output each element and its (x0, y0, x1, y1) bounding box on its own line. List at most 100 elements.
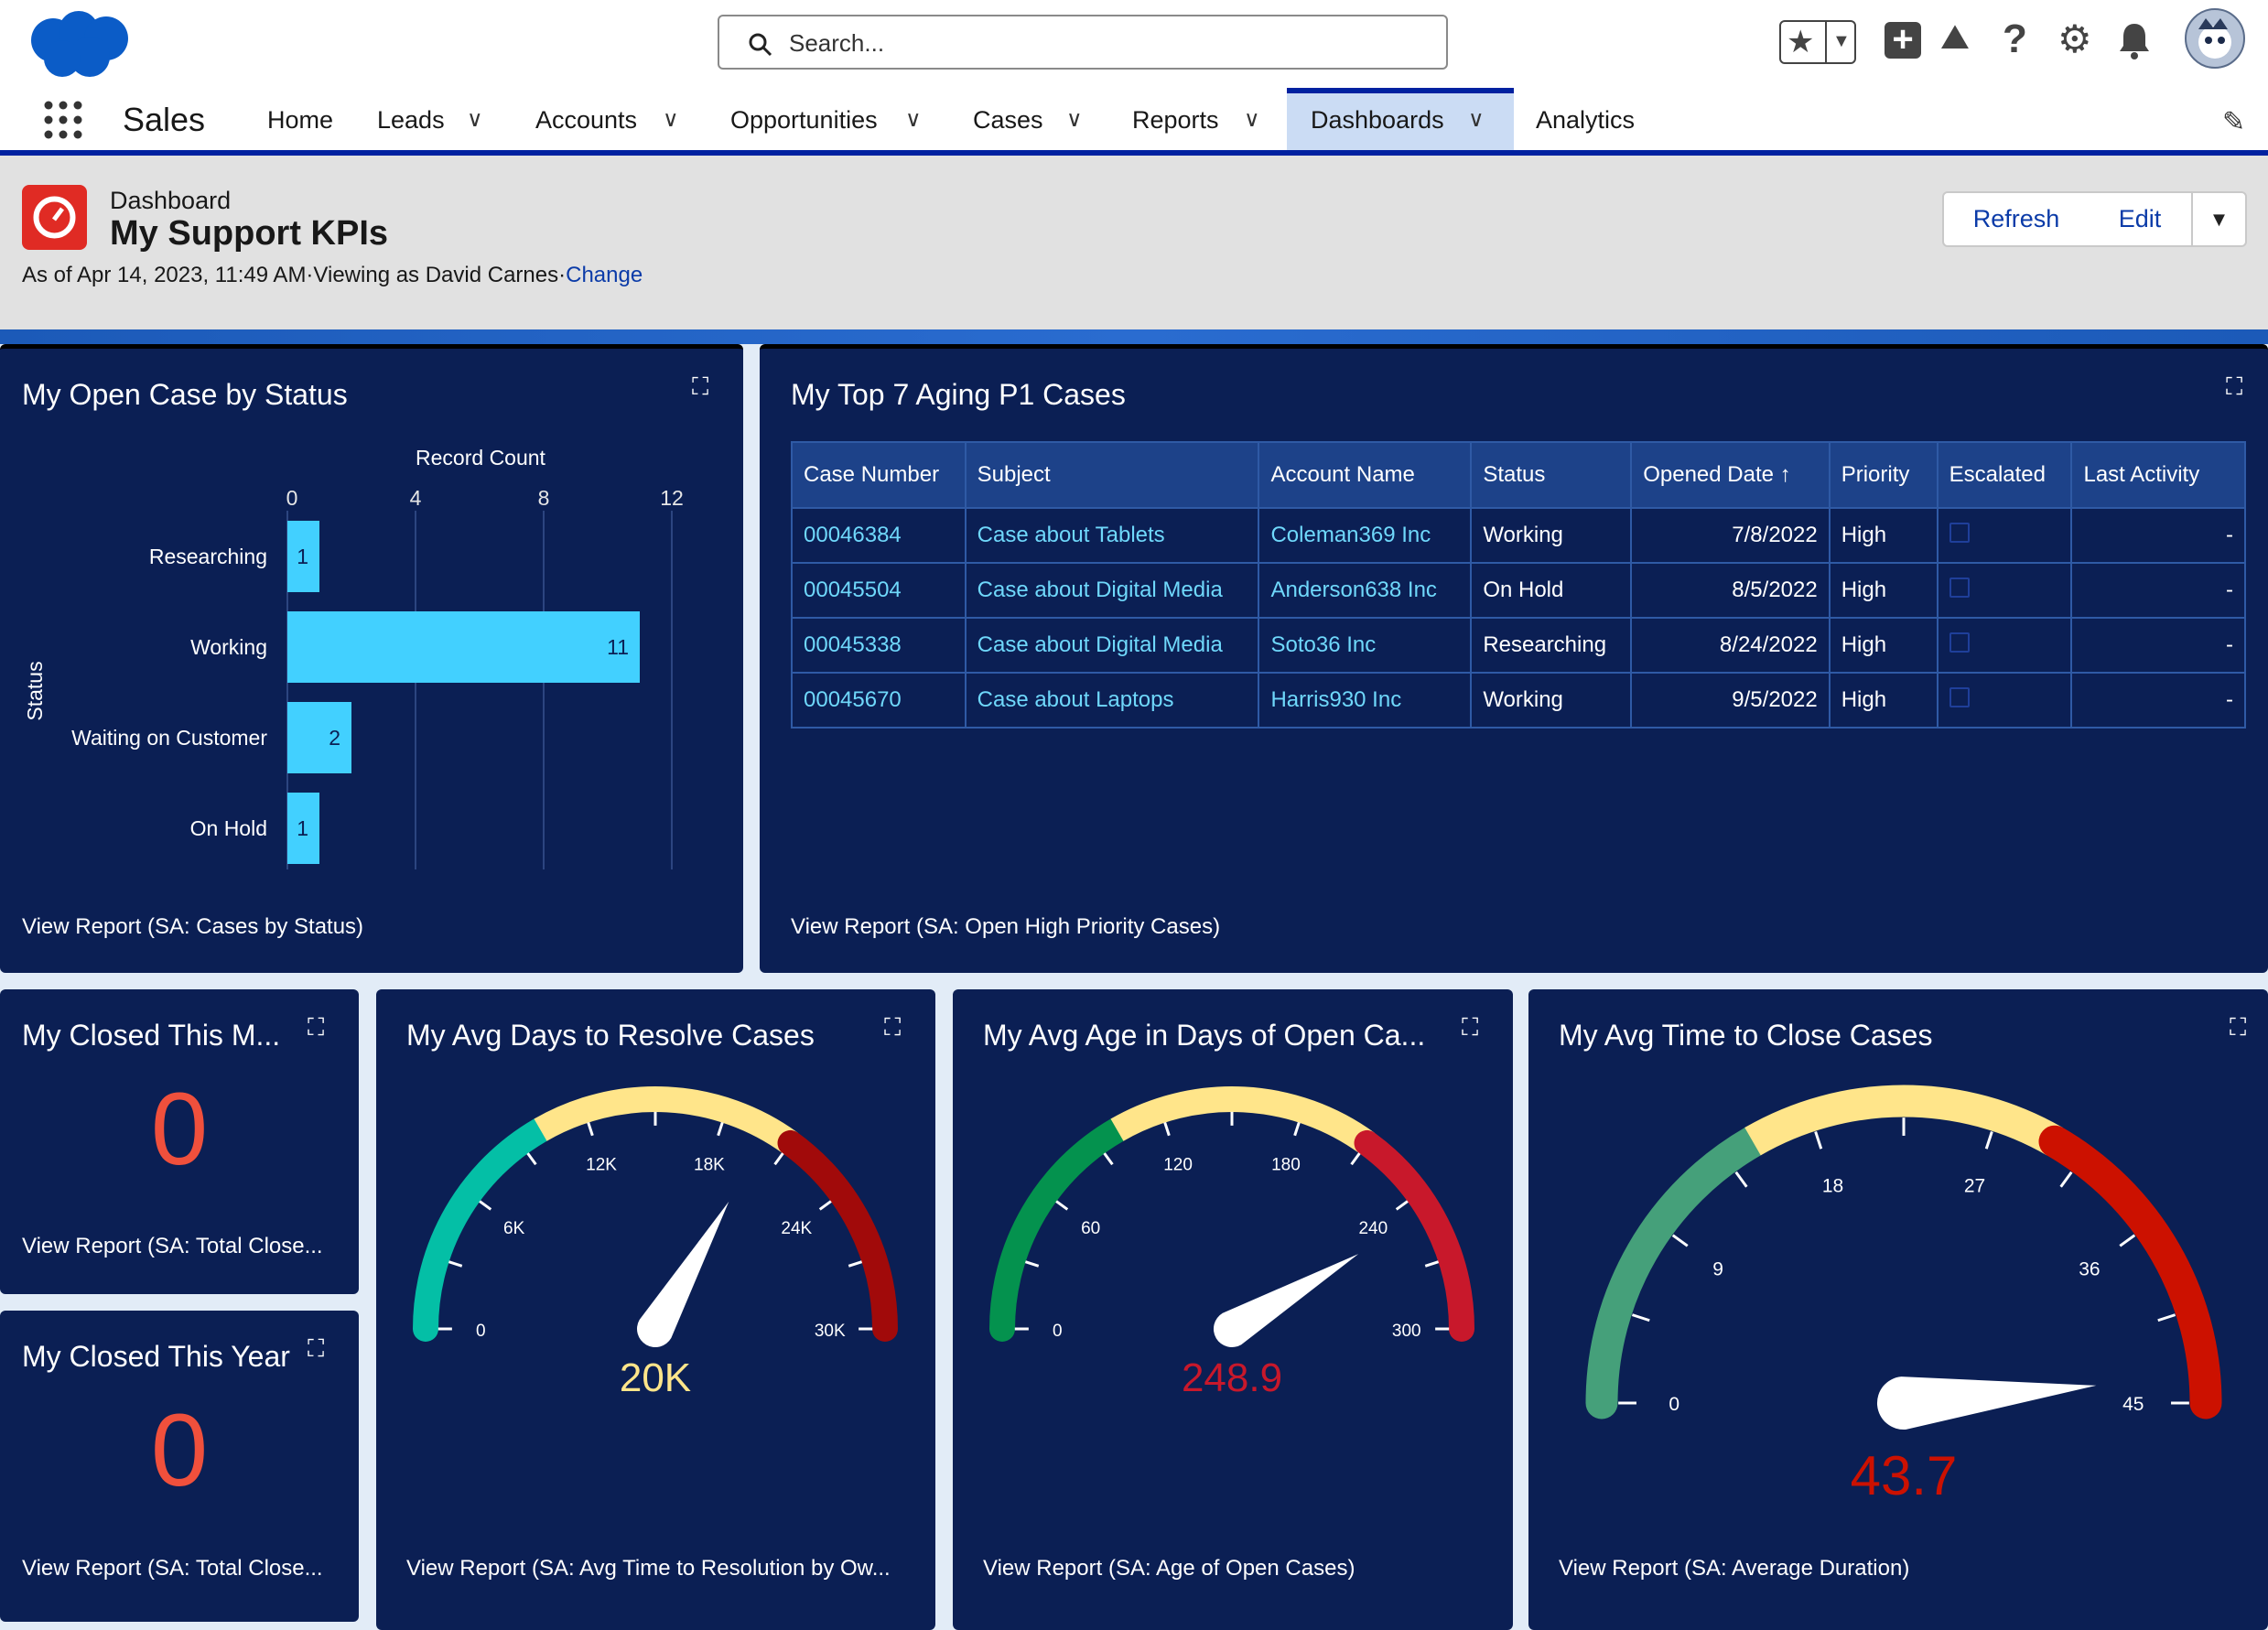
chevron-down-icon[interactable]: ∨ (1066, 106, 1083, 133)
view-report-link[interactable]: View Report (SA: Average Duration) (1559, 1556, 1909, 1581)
y-axis-title: Status (23, 661, 47, 720)
panel-title: My Top 7 Aging P1 Cases (791, 378, 1126, 411)
column-header[interactable]: Priority (1828, 441, 1939, 509)
x-tick-label: 12 (660, 486, 684, 510)
account-link[interactable]: Harris930 Inc (1258, 672, 1473, 729)
nav-cases[interactable]: Cases (973, 106, 1043, 135)
app-launcher-icon[interactable] (44, 101, 82, 139)
account-link[interactable]: Anderson638 Inc (1258, 562, 1473, 619)
checkbox-icon[interactable] (1949, 577, 1970, 598)
column-header[interactable]: Last Activity (2070, 441, 2246, 509)
notifications-bell-icon[interactable] (2118, 22, 2151, 60)
bar[interactable] (287, 611, 640, 683)
setup-gear-icon[interactable]: ⚙ (2057, 16, 2092, 61)
search-input[interactable]: Search... (718, 15, 1448, 70)
gauge-tick-label: 24K (781, 1219, 812, 1238)
view-report-link[interactable]: View Report (SA: Open High Priority Case… (791, 914, 1220, 940)
gauge-needle (1213, 1254, 1359, 1348)
metric-value: 0 (150, 1393, 209, 1507)
edit-nav-pencil-icon[interactable]: ✎ (2222, 106, 2245, 138)
gauge-tick-label: 45 (2122, 1394, 2144, 1415)
gauge-tick (1055, 1200, 1069, 1211)
object-label: Dashboard (110, 187, 232, 214)
chevron-down-icon[interactable]: ∨ (663, 106, 679, 133)
view-report-link[interactable]: View Report (SA: Cases by Status) (22, 914, 363, 940)
column-header[interactable]: Account Name (1258, 441, 1473, 509)
chevron-down-icon[interactable]: ∨ (1244, 106, 1260, 133)
edit-button[interactable]: Edit (2089, 191, 2193, 247)
nav-home[interactable]: Home (267, 106, 333, 135)
as-of-text: As of Apr 14, 2023, 11:49 AM·Viewing as … (22, 263, 643, 287)
escalated-checkbox[interactable] (1936, 672, 2073, 729)
nav-dashboards[interactable]: Dashboards (1311, 106, 1444, 135)
favorites-button[interactable]: ★ ▼ (1779, 20, 1856, 64)
column-header[interactable]: Opened Date ↑ (1630, 441, 1831, 509)
chevron-down-icon[interactable]: ∨ (467, 106, 483, 133)
nav-reports[interactable]: Reports (1132, 106, 1219, 135)
account-link[interactable]: Soto36 Inc (1258, 617, 1473, 674)
view-report-link[interactable]: View Report (SA: Total Close... (22, 1234, 323, 1259)
column-header[interactable]: Escalated (1936, 441, 2073, 509)
chevron-down-icon[interactable]: ∨ (1468, 106, 1485, 133)
more-actions-dropdown[interactable]: ▼ (2191, 191, 2247, 247)
table-row: 00045338 Case about Digital Media Soto36 I… (791, 617, 2246, 674)
case-number-link[interactable]: 00045670 (791, 672, 967, 729)
checkbox-icon[interactable] (1949, 631, 1970, 653)
chevron-down-icon[interactable]: ∨ (905, 106, 922, 133)
gauge-tick (1395, 1200, 1409, 1211)
category-label: Researching (149, 545, 267, 568)
nav-opportunities[interactable]: Opportunities (730, 106, 878, 135)
gauge-panel-resolve: My Avg Days to Resolve Cases ⛶ 0 6K 12K 18K… (376, 989, 935, 1630)
gauge-tick (1424, 1260, 1440, 1268)
view-report-link[interactable]: View Report (SA: Avg Time to Resolution … (406, 1556, 891, 1581)
closed-year-panel: My Closed This Year ⛶ 0 View Report (SA:… (0, 1311, 359, 1622)
global-create-icon[interactable]: + (1885, 21, 1921, 59)
help-icon[interactable]: ? (2003, 16, 2027, 62)
subject-link[interactable]: Case about Tablets (964, 507, 1260, 564)
expand-icon[interactable]: ⛶ (2226, 372, 2242, 402)
subject-link[interactable]: Case about Digital Media (964, 562, 1260, 619)
account-link[interactable]: Coleman369 Inc (1258, 507, 1473, 564)
x-axis-title: Record Count (416, 446, 546, 470)
bar[interactable] (287, 702, 351, 773)
view-report-link[interactable]: View Report (SA: Age of Open Cases) (983, 1556, 1355, 1581)
case-number-link[interactable]: 00045338 (791, 617, 967, 674)
escalated-checkbox[interactable] (1936, 562, 2073, 619)
gauge-value: 20K (620, 1355, 691, 1400)
change-link[interactable]: Change (566, 263, 643, 287)
nav-accounts[interactable]: Accounts (535, 106, 637, 135)
checkbox-icon[interactable] (1949, 686, 1970, 707)
opened-date-cell: 9/5/2022 (1630, 672, 1831, 729)
opened-date-cell: 8/5/2022 (1630, 562, 1831, 619)
expand-icon[interactable]: ⛶ (308, 1013, 324, 1042)
priority-cell: High (1828, 617, 1939, 674)
case-number-link[interactable]: 00046384 (791, 507, 967, 564)
subject-link[interactable]: Case about Laptops (964, 672, 1260, 729)
gauge-tick-label: 180 (1271, 1156, 1301, 1175)
nav-leads[interactable]: Leads (377, 106, 445, 135)
column-header[interactable]: Status (1470, 441, 1633, 509)
avatar[interactable] (2184, 7, 2246, 70)
trailhead-icon[interactable]: ⛰ (1940, 18, 1970, 58)
gauge-tick-label: 6K (503, 1219, 525, 1238)
escalated-checkbox[interactable] (1936, 617, 2073, 674)
last-activity-cell: - (2070, 507, 2246, 564)
gauge-tick (448, 1260, 463, 1268)
favorites-dropdown-icon[interactable]: ▼ (1832, 31, 1851, 52)
refresh-button[interactable]: Refresh (1942, 191, 2090, 247)
data-label: 2 (329, 726, 340, 750)
escalated-checkbox[interactable] (1936, 507, 2073, 564)
column-header[interactable]: Case Number (791, 441, 967, 509)
gauge-tick (1163, 1121, 1171, 1137)
last-activity-cell: - (2070, 617, 2246, 674)
expand-icon[interactable]: ⛶ (308, 1334, 324, 1364)
gauge-tick (1671, 1234, 1689, 1247)
case-number-link[interactable]: 00045504 (791, 562, 967, 619)
checkbox-icon[interactable] (1949, 522, 1970, 543)
nav-analytics[interactable]: Analytics (1536, 106, 1635, 135)
subject-link[interactable]: Case about Digital Media (964, 617, 1260, 674)
view-report-link[interactable]: View Report (SA: Total Close... (22, 1556, 323, 1581)
column-header[interactable]: Subject (964, 441, 1260, 509)
salesforce-cloud-logo[interactable] (26, 7, 134, 81)
gauge-tick-label: 240 (1358, 1219, 1388, 1238)
